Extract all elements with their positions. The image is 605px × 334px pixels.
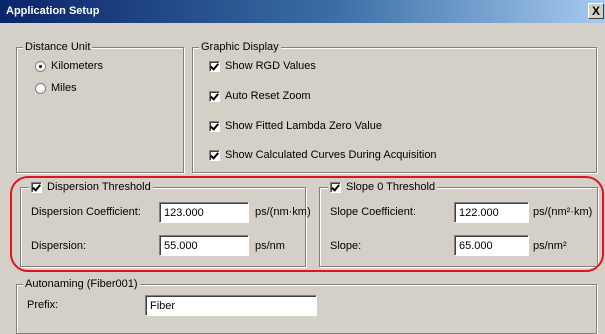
show-rgd-values-label: Show RGD Values — [225, 60, 316, 73]
slope-label: Slope: — [330, 240, 362, 252]
dispersion-threshold-legend: Dispersion Threshold — [47, 181, 151, 194]
dispersion-label: Dispersion: — [31, 240, 87, 252]
title-bar: Application Setup X — [0, 0, 605, 23]
dispersion-threshold-group: Dispersion Threshold Dispersion Coeffici… — [20, 180, 311, 267]
kilometers-label: Kilometers — [51, 60, 103, 73]
distance-unit-group: Distance Unit Kilometers Miles — [16, 40, 184, 173]
show-fitted-lambda-checkbox[interactable]: Show Fitted Lambda Zero Value — [209, 120, 382, 132]
slope-coefficient-unit: ps/(nm²·km) — [533, 206, 593, 218]
slope-threshold-legend: Slope 0 Threshold — [346, 181, 436, 194]
slope-threshold-group: Slope 0 Threshold Slope Coefficient: 122… — [319, 180, 598, 267]
window-title: Application Setup — [6, 5, 100, 17]
checkbox-checked-icon — [209, 90, 220, 102]
dispersion-coefficient-unit: ps/(nm·km) — [255, 206, 311, 218]
prefix-label: Prefix: — [27, 299, 59, 311]
radio-empty-icon — [35, 82, 46, 94]
checkbox-checked-icon — [209, 149, 220, 161]
checkbox-checked-icon — [209, 120, 220, 132]
dispersion-threshold-toggle[interactable]: Dispersion Threshold — [29, 180, 153, 195]
slope-coefficient-input[interactable]: 122.000 — [454, 202, 529, 223]
graphic-display-legend: Graphic Display — [199, 40, 281, 54]
autonaming-legend: Autonaming (Fiber001) — [23, 277, 140, 291]
kilometers-radio[interactable]: Kilometers — [35, 60, 103, 72]
dispersion-coefficient-label: Dispersion Coefficient: — [31, 206, 141, 218]
checkbox-checked-icon — [31, 181, 42, 193]
show-calculated-curves-label: Show Calculated Curves During Acquisitio… — [225, 149, 437, 162]
close-button[interactable]: X — [588, 3, 604, 19]
auto-reset-zoom-checkbox[interactable]: Auto Reset Zoom — [209, 90, 311, 102]
prefix-input[interactable]: Fiber — [145, 295, 317, 316]
auto-reset-zoom-label: Auto Reset Zoom — [225, 90, 311, 103]
dispersion-input[interactable]: 55.000 — [159, 235, 249, 256]
show-calculated-curves-checkbox[interactable]: Show Calculated Curves During Acquisitio… — [209, 149, 437, 161]
slope-input[interactable]: 65.000 — [454, 235, 529, 256]
slope-threshold-toggle[interactable]: Slope 0 Threshold — [328, 180, 438, 195]
checkbox-checked-icon — [330, 181, 341, 193]
show-rgd-values-checkbox[interactable]: Show RGD Values — [209, 60, 316, 72]
radio-selected-icon — [35, 60, 46, 72]
checkbox-checked-icon — [209, 60, 220, 72]
distance-unit-legend: Distance Unit — [23, 40, 93, 54]
dispersion-unit: ps/nm — [255, 240, 285, 252]
graphic-display-group: Graphic Display Show RGD Values Auto Res… — [192, 40, 597, 173]
slope-unit: ps/nm² — [533, 240, 567, 252]
slope-coefficient-label: Slope Coefficient: — [330, 206, 417, 218]
miles-radio[interactable]: Miles — [35, 82, 77, 94]
dispersion-coefficient-input[interactable]: 123.000 — [159, 202, 249, 223]
show-fitted-lambda-label: Show Fitted Lambda Zero Value — [225, 120, 382, 133]
autonaming-group: Autonaming (Fiber001) Prefix: Fiber — [16, 277, 597, 334]
miles-label: Miles — [51, 82, 77, 95]
